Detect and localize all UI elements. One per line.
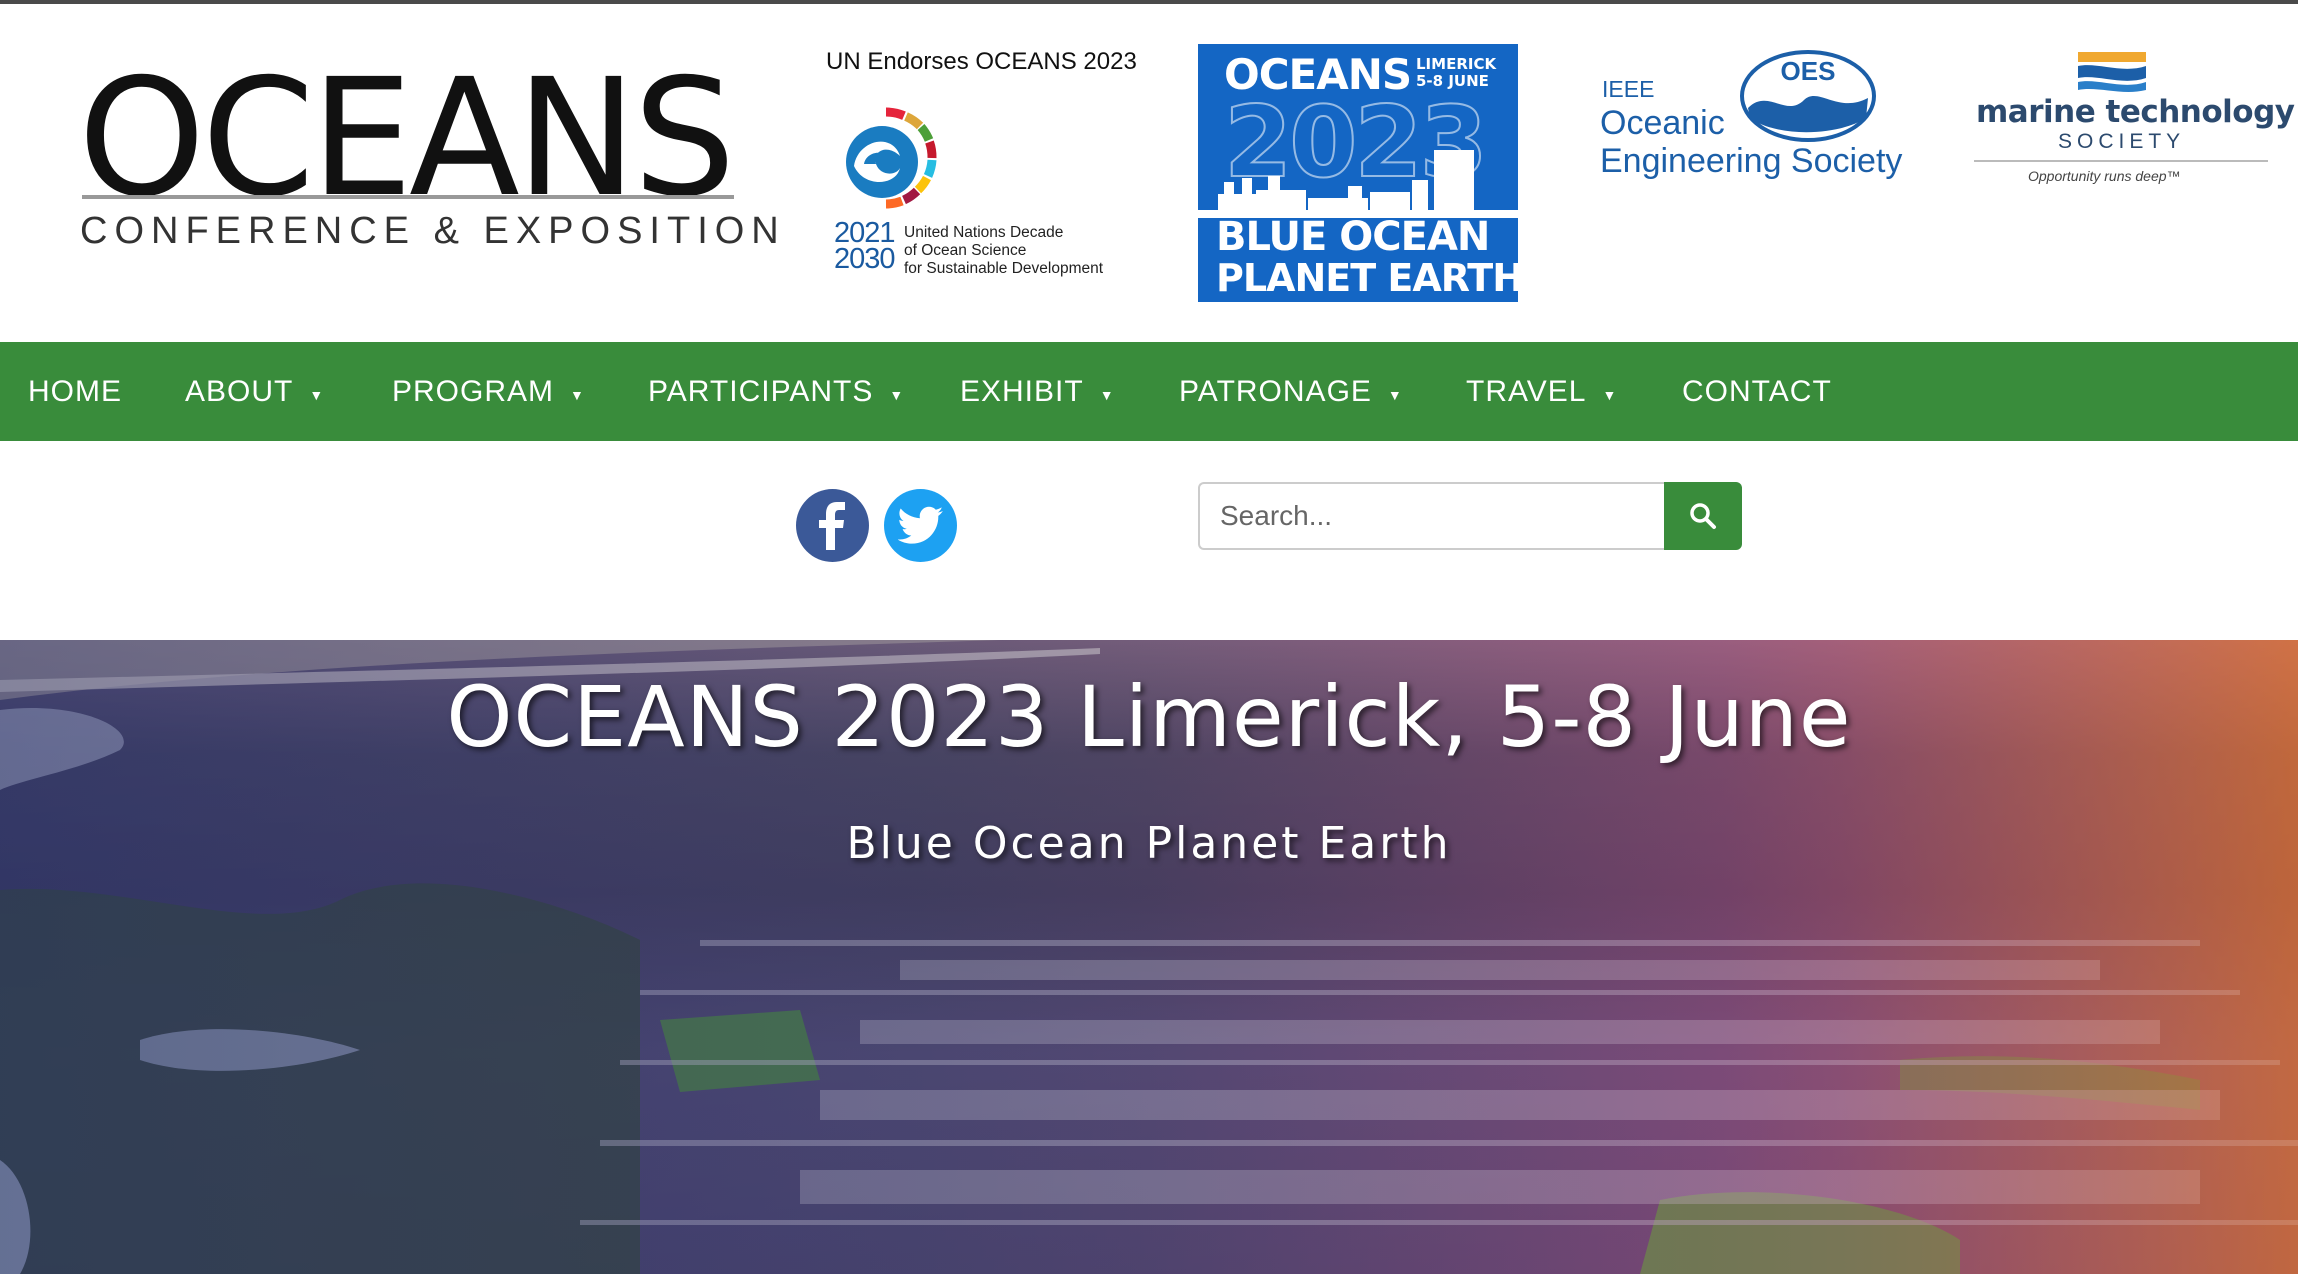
chevron-down-icon: ▼ [570,386,585,403]
top-border [0,0,2298,4]
un-ocean-decade-icon [846,107,937,209]
search-icon [1690,503,1716,529]
nav-program[interactable]: PROGRAM ▼ [392,342,585,441]
nav-program-label: PROGRAM [392,374,555,408]
search-input[interactable] [1198,482,1664,550]
oes-oceanic-label: Oceanic [1600,104,1725,142]
nav-travel-label: TRAVEL [1466,374,1587,408]
nav-contact-label: CONTACT [1682,374,1832,408]
chevron-down-icon: ▼ [1099,386,1115,403]
oes-wave-icon: OES [1740,50,1876,142]
twitter-icon [897,506,943,544]
chevron-down-icon: ▼ [1602,386,1618,403]
hero-banner: OCEANS 2023 Limerick, 5-8 June Blue Ocea… [0,640,2298,1274]
oes-engineering-label: Engineering Society [1600,142,1903,180]
chevron-down-icon: ▼ [889,386,905,403]
chevron-down-icon: ▼ [309,386,325,403]
hero-title: OCEANS 2023 Limerick, 5-8 June [446,668,1852,766]
un-endorsement[interactable]: UN Endorses OCEANS 2023 2021 2030 United… [826,48,1146,288]
nav-about[interactable]: ABOUT ▼ [185,342,324,441]
nav-about-label: ABOUT [185,374,294,408]
un-decade-description: United Nations Decade of Ocean Science f… [904,224,1103,278]
search-button[interactable] [1664,482,1742,550]
main-nav: HOME ABOUT ▼ PROGRAM ▼ PARTICIPANTS ▼ EX… [0,342,2298,441]
oes-ieee-label: IEEE [1602,76,1655,102]
hero-subtitle: Blue Ocean Planet Earth [846,818,1452,869]
un-endorsement-title: UN Endorses OCEANS 2023 [826,48,1137,75]
twitter-link[interactable] [884,489,957,562]
un-desc-line1: United Nations Decade [904,224,1064,241]
nav-contact[interactable]: CONTACT [1682,342,1832,441]
oes-badge-text: OES [1781,56,1836,86]
nav-patronage-label: PATRONAGE [1179,374,1372,408]
mts-society: SOCIETY [2058,130,2186,153]
nav-exhibit-label: EXHIBIT [960,374,1084,408]
un-year-end: 2030 [834,243,896,275]
oceans-logo-rule [82,195,734,199]
mts-tagline: Opportunity runs deep™ [2028,168,2181,184]
badge-city: LIMERICK [1416,55,1497,73]
chevron-down-icon: ▼ [1387,386,1403,403]
search-form [1198,482,1742,550]
nav-exhibit[interactable]: EXHIBIT ▼ [960,342,1115,441]
un-desc-line3: for Sustainable Development [904,260,1104,277]
badge-line1: BLUE OCEAN [1216,214,1490,260]
mts-logo[interactable]: marine technology SOCIETY Opportunity ru… [1970,46,2295,196]
nav-home[interactable]: HOME [28,342,122,441]
nav-travel[interactable]: TRAVEL ▼ [1466,342,1617,441]
nav-participants-label: PARTICIPANTS [648,374,874,408]
mts-name: marine technology [1976,94,2295,130]
oceans-2023-badge[interactable]: OCEANS LIMERICK 5-8 JUNE 2023 BLUE OCEAN… [1198,44,1518,302]
un-desc-line2: of Ocean Science [904,242,1027,259]
oceans-logo-subtitle: CONFERENCE & EXPOSITION [80,210,786,252]
oceans-logo[interactable]: OCEANS CONFERENCE & EXPOSITION [78,58,779,258]
nav-patronage[interactable]: PATRONAGE ▼ [1179,342,1403,441]
nav-home-label: HOME [28,374,122,408]
mts-rule [1974,160,2268,162]
facebook-icon [818,501,845,550]
facebook-link[interactable] [796,489,869,562]
un-decade-years: 2021 2030 [834,219,896,275]
badge-location: LIMERICK 5-8 JUNE [1416,56,1496,90]
badge-line2: PLANET EARTH [1216,256,1518,300]
ieee-oes-logo[interactable]: IEEE Oceanic Engineering Society OES [1600,48,1910,198]
nav-participants[interactable]: PARTICIPANTS ▼ [648,342,904,441]
mts-flag-icon [2078,52,2146,92]
